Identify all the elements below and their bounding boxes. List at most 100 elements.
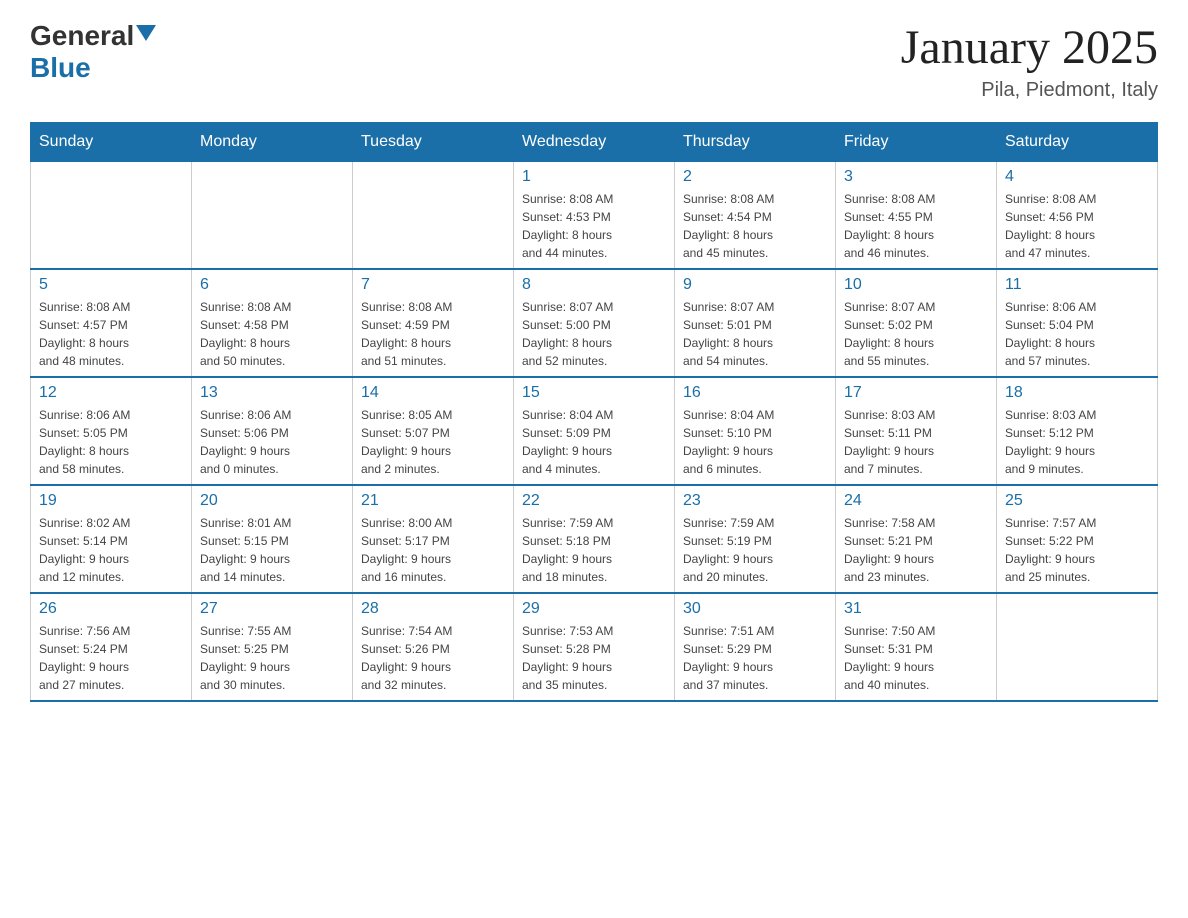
- day-number: 2: [683, 168, 827, 186]
- day-info: Sunrise: 7:57 AM Sunset: 5:22 PM Dayligh…: [1005, 514, 1149, 586]
- calendar-week-row: 19 Sunrise: 8:02 AM Sunset: 5:14 PM Dayli…: [31, 485, 1158, 593]
- day-info: Sunrise: 7:51 AM Sunset: 5:29 PM Dayligh…: [683, 622, 827, 694]
- calendar-day-27: 27 Sunrise: 7:55 AM Sunset: 5:25 PM Dayli…: [192, 593, 353, 701]
- day-info: Sunrise: 8:07 AM Sunset: 5:01 PM Dayligh…: [683, 298, 827, 370]
- day-info: Sunrise: 8:06 AM Sunset: 5:05 PM Dayligh…: [39, 406, 183, 478]
- day-number: 11: [1005, 276, 1149, 294]
- day-info: Sunrise: 7:58 AM Sunset: 5:21 PM Dayligh…: [844, 514, 988, 586]
- day-info: Sunrise: 8:00 AM Sunset: 5:17 PM Dayligh…: [361, 514, 505, 586]
- day-number: 3: [844, 168, 988, 186]
- calendar-header-row: SundayMondayTuesdayWednesdayThursdayFrid…: [31, 123, 1158, 162]
- day-info: Sunrise: 8:04 AM Sunset: 5:09 PM Dayligh…: [522, 406, 666, 478]
- day-info: Sunrise: 7:53 AM Sunset: 5:28 PM Dayligh…: [522, 622, 666, 694]
- calendar-day-header-sunday: Sunday: [31, 123, 192, 162]
- calendar-day-26: 26 Sunrise: 7:56 AM Sunset: 5:24 PM Dayli…: [31, 593, 192, 701]
- day-number: 4: [1005, 168, 1149, 186]
- calendar-week-row: 26 Sunrise: 7:56 AM Sunset: 5:24 PM Dayli…: [31, 593, 1158, 701]
- calendar-day-30: 30 Sunrise: 7:51 AM Sunset: 5:29 PM Dayli…: [675, 593, 836, 701]
- day-number: 15: [522, 384, 666, 402]
- day-number: 9: [683, 276, 827, 294]
- day-number: 29: [522, 600, 666, 618]
- day-info: Sunrise: 8:04 AM Sunset: 5:10 PM Dayligh…: [683, 406, 827, 478]
- calendar-empty-cell: [192, 162, 353, 270]
- calendar-week-row: 1Sunrise: 8:08 AM Sunset: 4:53 PM Daylig…: [31, 162, 1158, 270]
- day-info: Sunrise: 8:08 AM Sunset: 4:56 PM Dayligh…: [1005, 190, 1149, 262]
- header: General Blue January 2025 Pila, Piedmont…: [30, 20, 1158, 102]
- day-number: 8: [522, 276, 666, 294]
- day-info: Sunrise: 7:55 AM Sunset: 5:25 PM Dayligh…: [200, 622, 344, 694]
- day-info: Sunrise: 8:06 AM Sunset: 5:04 PM Dayligh…: [1005, 298, 1149, 370]
- calendar-day-25: 25Sunrise: 7:57 AM Sunset: 5:22 PM Dayli…: [997, 485, 1158, 593]
- calendar-day-8: 8 Sunrise: 8:07 AM Sunset: 5:00 PM Daylig…: [514, 269, 675, 377]
- calendar-day-11: 11 Sunrise: 8:06 AM Sunset: 5:04 PM Dayli…: [997, 269, 1158, 377]
- calendar-week-row: 5 Sunrise: 8:08 AM Sunset: 4:57 PM Daylig…: [31, 269, 1158, 377]
- day-number: 31: [844, 600, 988, 618]
- calendar-day-header-monday: Monday: [192, 123, 353, 162]
- day-info: Sunrise: 8:08 AM Sunset: 4:57 PM Dayligh…: [39, 298, 183, 370]
- calendar-day-23: 23 Sunrise: 7:59 AM Sunset: 5:19 PM Dayli…: [675, 485, 836, 593]
- calendar-day-17: 17Sunrise: 8:03 AM Sunset: 5:11 PM Dayli…: [836, 377, 997, 485]
- calendar-empty-cell: [31, 162, 192, 270]
- page: General Blue January 2025 Pila, Piedmont…: [0, 0, 1188, 732]
- day-number: 24: [844, 492, 988, 510]
- day-info: Sunrise: 8:08 AM Sunset: 4:55 PM Dayligh…: [844, 190, 988, 262]
- calendar-day-13: 13 Sunrise: 8:06 AM Sunset: 5:06 PM Dayli…: [192, 377, 353, 485]
- calendar-day-19: 19 Sunrise: 8:02 AM Sunset: 5:14 PM Dayli…: [31, 485, 192, 593]
- day-number: 5: [39, 276, 183, 294]
- day-number: 28: [361, 600, 505, 618]
- calendar-day-12: 12 Sunrise: 8:06 AM Sunset: 5:05 PM Dayli…: [31, 377, 192, 485]
- calendar-day-3: 3 Sunrise: 8:08 AM Sunset: 4:55 PM Daylig…: [836, 162, 997, 270]
- title-area: January 2025 Pila, Piedmont, Italy: [901, 20, 1158, 102]
- day-number: 20: [200, 492, 344, 510]
- calendar-day-2: 2 Sunrise: 8:08 AM Sunset: 4:54 PM Daylig…: [675, 162, 836, 270]
- calendar-day-16: 16 Sunrise: 8:04 AM Sunset: 5:10 PM Dayli…: [675, 377, 836, 485]
- calendar-day-10: 10 Sunrise: 8:07 AM Sunset: 5:02 PM Dayli…: [836, 269, 997, 377]
- calendar-day-6: 6 Sunrise: 8:08 AM Sunset: 4:58 PM Daylig…: [192, 269, 353, 377]
- day-number: 12: [39, 384, 183, 402]
- calendar-day-15: 15 Sunrise: 8:04 AM Sunset: 5:09 PM Dayli…: [514, 377, 675, 485]
- day-number: 19: [39, 492, 183, 510]
- day-number: 6: [200, 276, 344, 294]
- day-number: 14: [361, 384, 505, 402]
- day-info: Sunrise: 8:06 AM Sunset: 5:06 PM Dayligh…: [200, 406, 344, 478]
- logo-blue-text: Blue: [30, 52, 91, 84]
- day-info: Sunrise: 8:08 AM Sunset: 4:53 PM Dayligh…: [522, 190, 666, 262]
- day-number: 23: [683, 492, 827, 510]
- calendar-day-header-friday: Friday: [836, 123, 997, 162]
- calendar-empty-cell: [353, 162, 514, 270]
- calendar-week-row: 12 Sunrise: 8:06 AM Sunset: 5:05 PM Dayli…: [31, 377, 1158, 485]
- day-number: 26: [39, 600, 183, 618]
- day-info: Sunrise: 7:59 AM Sunset: 5:19 PM Dayligh…: [683, 514, 827, 586]
- day-info: Sunrise: 7:50 AM Sunset: 5:31 PM Dayligh…: [844, 622, 988, 694]
- day-number: 17: [844, 384, 988, 402]
- day-number: 18: [1005, 384, 1149, 402]
- calendar-day-21: 21Sunrise: 8:00 AM Sunset: 5:17 PM Dayli…: [353, 485, 514, 593]
- calendar-day-9: 9 Sunrise: 8:07 AM Sunset: 5:01 PM Daylig…: [675, 269, 836, 377]
- day-number: 10: [844, 276, 988, 294]
- calendar-day-1: 1Sunrise: 8:08 AM Sunset: 4:53 PM Daylig…: [514, 162, 675, 270]
- day-number: 16: [683, 384, 827, 402]
- day-number: 27: [200, 600, 344, 618]
- day-info: Sunrise: 8:08 AM Sunset: 4:54 PM Dayligh…: [683, 190, 827, 262]
- day-info: Sunrise: 8:01 AM Sunset: 5:15 PM Dayligh…: [200, 514, 344, 586]
- day-number: 13: [200, 384, 344, 402]
- day-number: 7: [361, 276, 505, 294]
- logo: General Blue: [30, 20, 156, 84]
- calendar-day-18: 18Sunrise: 8:03 AM Sunset: 5:12 PM Dayli…: [997, 377, 1158, 485]
- logo-triangle-icon: [136, 25, 156, 41]
- calendar-day-header-saturday: Saturday: [997, 123, 1158, 162]
- day-info: Sunrise: 7:54 AM Sunset: 5:26 PM Dayligh…: [361, 622, 505, 694]
- day-info: Sunrise: 7:56 AM Sunset: 5:24 PM Dayligh…: [39, 622, 183, 694]
- day-info: Sunrise: 8:07 AM Sunset: 5:00 PM Dayligh…: [522, 298, 666, 370]
- day-number: 30: [683, 600, 827, 618]
- day-info: Sunrise: 8:08 AM Sunset: 4:58 PM Dayligh…: [200, 298, 344, 370]
- day-info: Sunrise: 8:02 AM Sunset: 5:14 PM Dayligh…: [39, 514, 183, 586]
- calendar-table: SundayMondayTuesdayWednesdayThursdayFrid…: [30, 122, 1158, 702]
- calendar-day-5: 5 Sunrise: 8:08 AM Sunset: 4:57 PM Daylig…: [31, 269, 192, 377]
- day-info: Sunrise: 8:07 AM Sunset: 5:02 PM Dayligh…: [844, 298, 988, 370]
- calendar-day-7: 7Sunrise: 8:08 AM Sunset: 4:59 PM Daylig…: [353, 269, 514, 377]
- calendar-day-4: 4 Sunrise: 8:08 AM Sunset: 4:56 PM Daylig…: [997, 162, 1158, 270]
- day-info: Sunrise: 8:05 AM Sunset: 5:07 PM Dayligh…: [361, 406, 505, 478]
- calendar-day-29: 29 Sunrise: 7:53 AM Sunset: 5:28 PM Dayli…: [514, 593, 675, 701]
- logo-general-text: General: [30, 20, 134, 52]
